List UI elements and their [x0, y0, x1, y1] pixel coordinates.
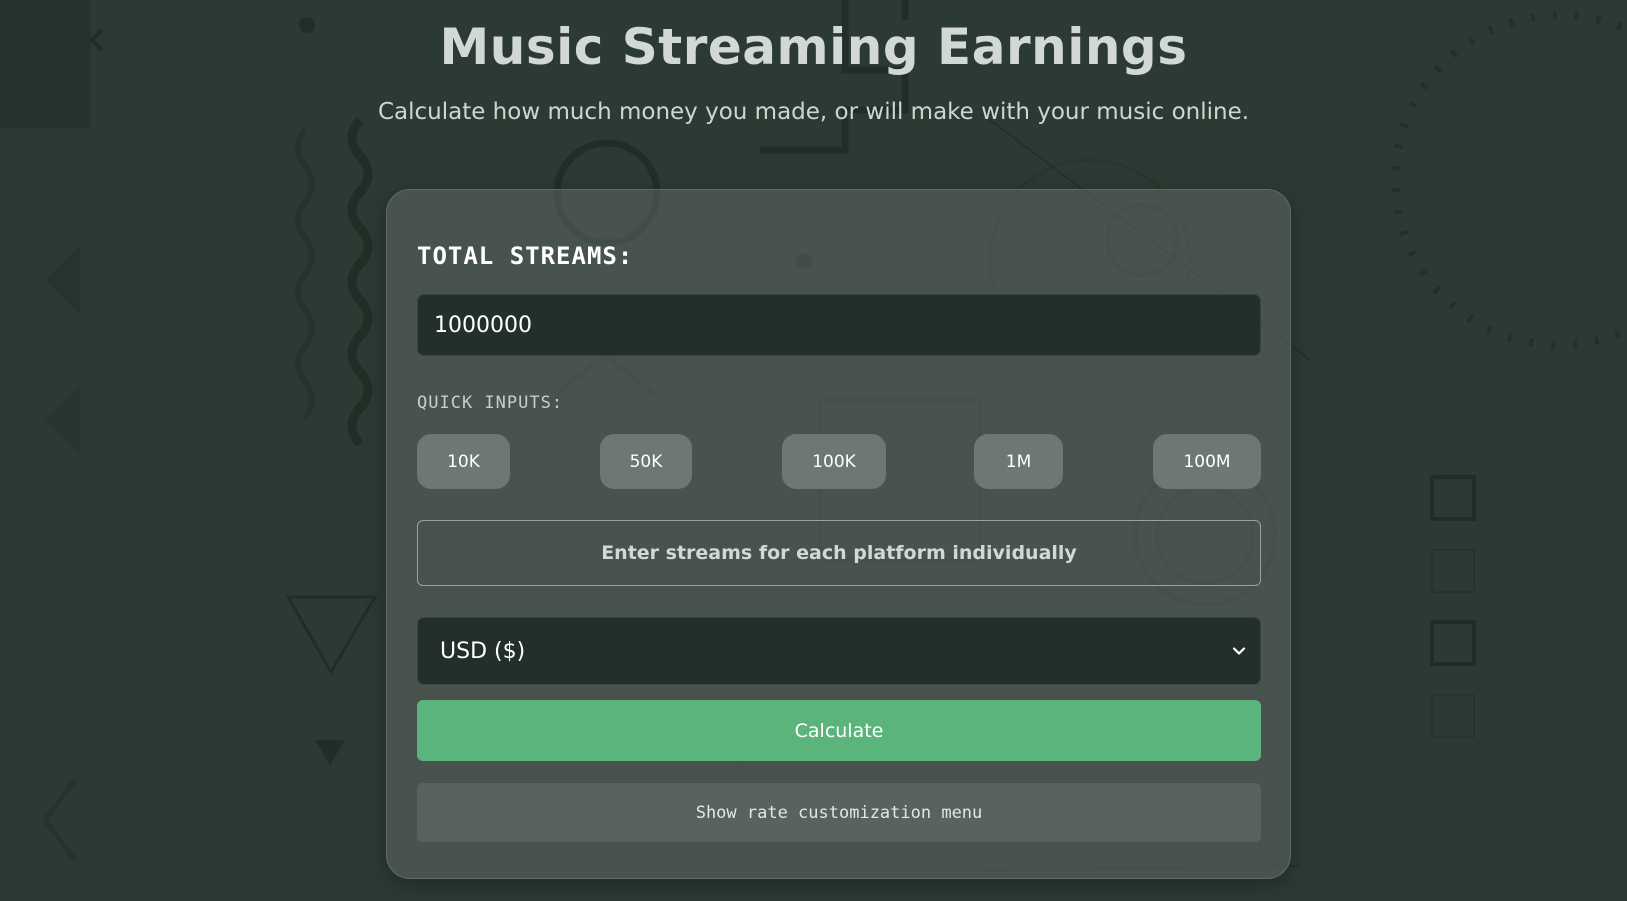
rate-customization-toggle-button[interactable]: Show rate customization menu [417, 783, 1261, 842]
quick-input-10k-button[interactable]: 10K [417, 434, 510, 489]
currency-select[interactable]: USD ($) [417, 617, 1261, 685]
currency-selected-value: USD ($) [440, 639, 526, 664]
page-subtitle: Calculate how much money you made, or wi… [377, 99, 1250, 125]
calculate-button[interactable]: Calculate [417, 700, 1261, 761]
per-platform-streams-button[interactable]: Enter streams for each platform individu… [417, 520, 1261, 586]
chevron-down-icon [1232, 647, 1246, 655]
total-streams-label: TOTAL STREAMS: [417, 242, 634, 270]
quick-input-100m-button[interactable]: 100M [1153, 434, 1261, 489]
quick-inputs-label: QUICK INPUTS: [417, 393, 564, 413]
quick-input-100k-button[interactable]: 100K [782, 434, 886, 489]
page-title: Music Streaming Earnings [439, 18, 1188, 76]
calculator-card: TOTAL STREAMS: QUICK INPUTS: 10K 50K 100… [386, 189, 1291, 879]
total-streams-input[interactable] [417, 294, 1261, 356]
quick-input-1m-button[interactable]: 1M [974, 434, 1063, 489]
quick-input-50k-button[interactable]: 50K [600, 434, 692, 489]
